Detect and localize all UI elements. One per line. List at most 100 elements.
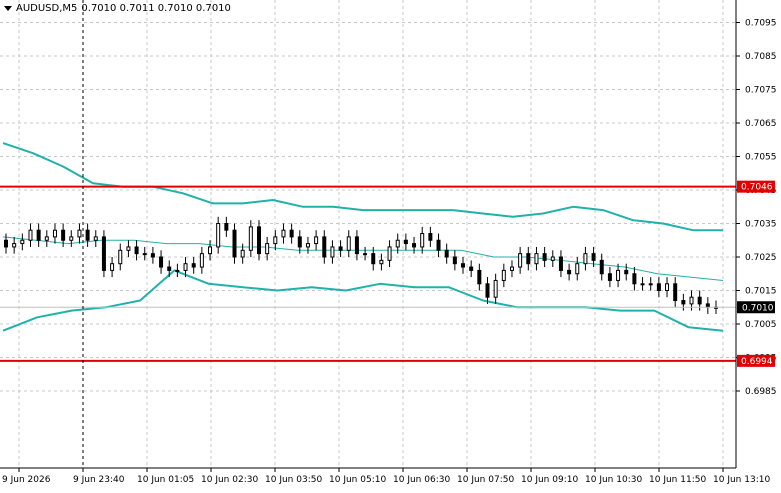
candle	[428, 226, 433, 247]
candle	[322, 230, 327, 264]
candle	[85, 223, 90, 247]
candle-body	[648, 283, 653, 286]
candle-body	[110, 263, 115, 271]
candle-body	[354, 236, 359, 255]
grid	[0, 0, 736, 468]
axes: 0.70950.70850.70750.70650.70550.70450.70…	[0, 0, 777, 485]
candle-body	[583, 253, 588, 265]
candle-body	[575, 263, 580, 275]
candle	[36, 223, 41, 247]
candle-body	[485, 283, 490, 298]
candle-body	[4, 239, 8, 248]
candle	[20, 233, 25, 251]
chart-window[interactable]: 0.70950.70850.70750.70650.70550.70450.70…	[0, 0, 781, 489]
candle-body	[665, 283, 670, 291]
candle	[28, 223, 33, 247]
candle	[575, 257, 580, 281]
level-price-label: 0.7046	[741, 183, 773, 193]
candle-body	[175, 269, 180, 272]
candle-body	[208, 246, 213, 255]
candle-body	[428, 233, 433, 241]
candle-body	[305, 243, 310, 248]
candle-body	[297, 236, 302, 248]
candle-body	[379, 259, 384, 265]
candle-body	[469, 266, 474, 271]
candle	[648, 277, 653, 291]
candle-body	[681, 300, 686, 305]
candle-body	[616, 269, 621, 281]
candle-body	[36, 229, 41, 241]
candle-body	[403, 239, 408, 245]
candle	[69, 230, 74, 247]
dropdown-triangle-icon[interactable]	[4, 6, 12, 11]
candle-body	[273, 236, 278, 245]
candle-body	[395, 239, 400, 248]
candle-body	[232, 229, 237, 258]
candle	[583, 246, 588, 271]
candle-body	[134, 246, 139, 255]
candle	[142, 246, 147, 261]
candle-body	[265, 243, 270, 255]
candle-body	[493, 279, 498, 298]
candle	[632, 267, 637, 291]
candle-body	[191, 263, 196, 268]
candle	[624, 263, 629, 281]
symbol-header: AUDUSD,M5 0.7010 0.7011 0.7010 0.7010	[4, 3, 231, 14]
price-axis-label: 0.6985	[745, 387, 777, 397]
candle-body	[314, 236, 319, 245]
candle	[281, 223, 286, 244]
candle	[150, 246, 155, 264]
candle	[118, 243, 123, 271]
candle-body	[20, 239, 25, 245]
candle-body	[624, 269, 629, 275]
candle-body	[412, 243, 417, 248]
candle	[616, 263, 621, 288]
candle	[354, 230, 359, 261]
time-axis-label: 10 Jun 09:10	[521, 475, 578, 485]
time-axis-label: 10 Jun 03:50	[265, 475, 322, 485]
time-axis-label: 9 Jun 23:40	[73, 475, 125, 485]
price-axis-label: 0.7095	[745, 19, 777, 29]
candle-body	[322, 236, 327, 258]
candle-body	[567, 269, 572, 275]
candle	[681, 293, 686, 311]
candle-body	[150, 253, 155, 258]
candle	[363, 246, 368, 261]
candle	[273, 230, 278, 251]
candle-body	[599, 259, 604, 275]
level-price-label: 0.6994	[741, 357, 773, 367]
price-axis-label: 0.7035	[745, 220, 777, 230]
ohlc-values: 0.7010 0.7011 0.7010 0.7010	[81, 3, 231, 14]
candle	[567, 263, 572, 281]
candle	[607, 267, 612, 288]
candle	[175, 263, 180, 278]
candle	[673, 277, 678, 308]
candle-body	[101, 236, 106, 271]
candle	[387, 240, 392, 268]
candle-body	[444, 249, 449, 258]
candle	[493, 273, 498, 304]
candle-body	[656, 283, 661, 291]
candle	[469, 260, 474, 278]
candle	[101, 230, 106, 278]
candle-body	[420, 233, 425, 248]
candle	[444, 243, 449, 264]
candle	[44, 230, 49, 247]
candle-body	[69, 236, 74, 241]
candle	[159, 250, 164, 274]
candle	[509, 260, 514, 278]
candle-body	[28, 229, 33, 241]
candle	[216, 216, 221, 254]
candle-body	[85, 229, 90, 241]
candle	[126, 240, 131, 257]
candle-body	[289, 229, 294, 238]
candle	[330, 240, 335, 264]
price-axis-label: 0.7025	[745, 253, 777, 263]
middle-band-line	[2, 236, 724, 281]
chart-canvas[interactable]: 0.70950.70850.70750.70650.70550.70450.70…	[0, 0, 781, 489]
candle-body	[44, 236, 49, 241]
time-axis-label: 9 Jun 2026	[2, 475, 51, 485]
candle-body	[248, 226, 253, 251]
candle	[289, 223, 294, 244]
price-axis-label: 0.7085	[745, 52, 777, 62]
